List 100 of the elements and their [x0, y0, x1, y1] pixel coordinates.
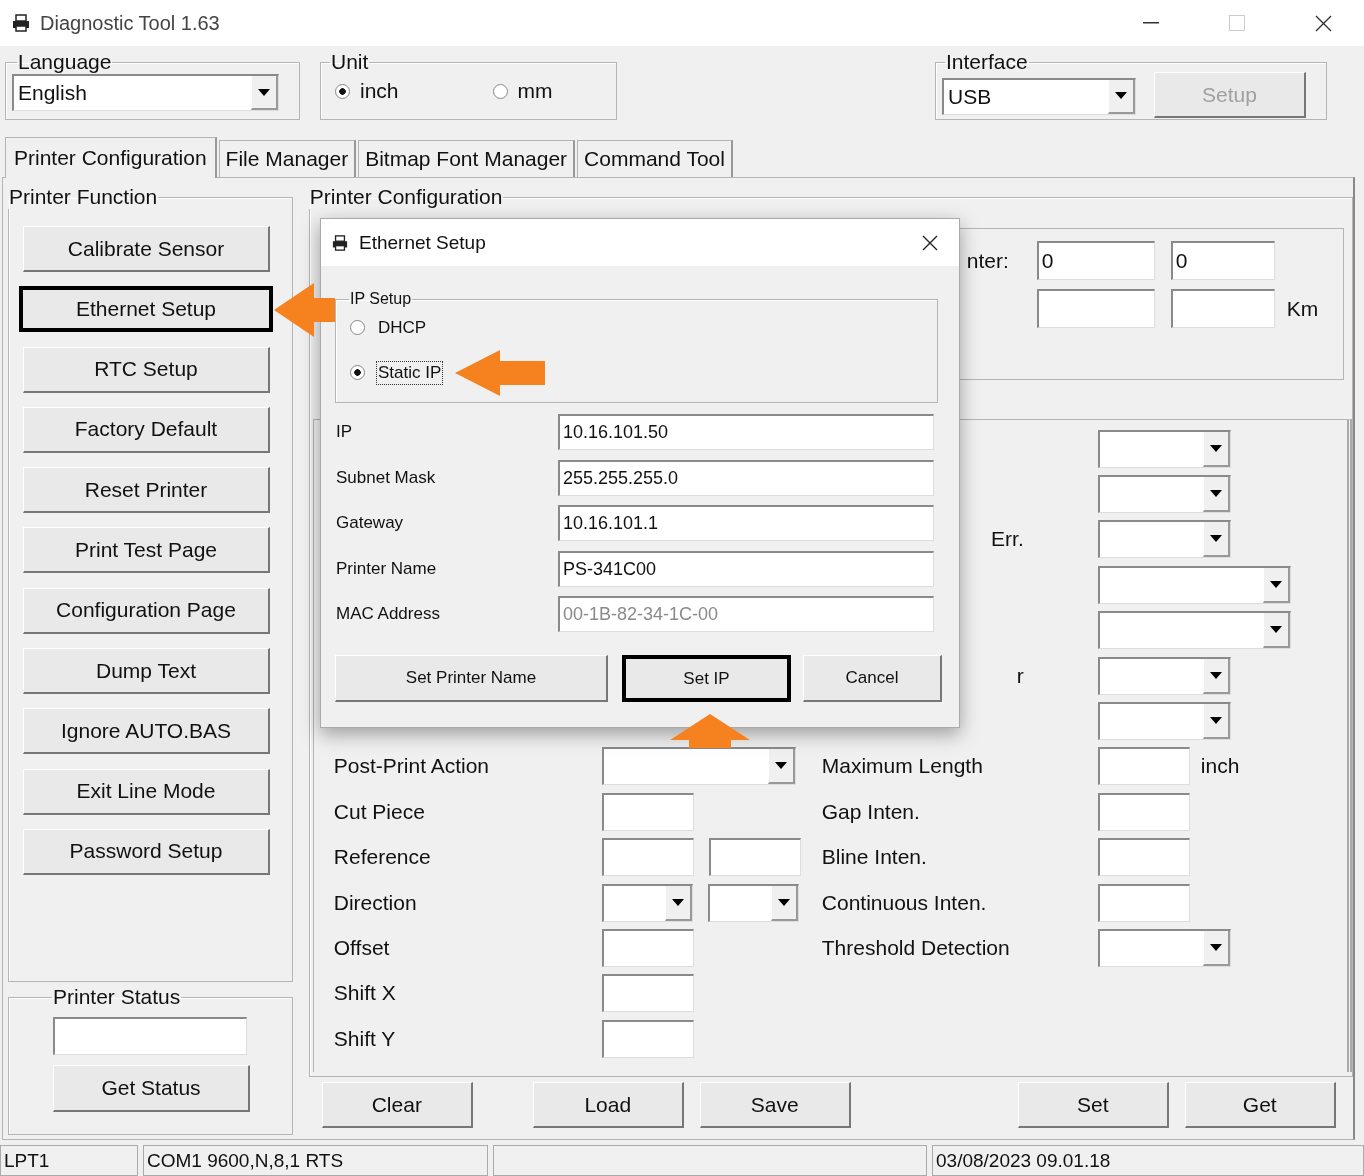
function-button[interactable]: Ignore AUTO.BAS — [23, 708, 270, 755]
radio-button[interactable] — [492, 83, 508, 99]
caret-icon — [1269, 580, 1282, 588]
caret-icon — [1209, 717, 1222, 725]
function-button[interactable]: Password Setup — [23, 828, 270, 875]
field-label: r — [1016, 663, 1025, 688]
field-label: IP — [336, 422, 354, 442]
caret-icon — [1209, 444, 1222, 452]
get-status-button[interactable]: Get Status — [53, 1065, 250, 1112]
radio-label[interactable]: Static IP — [376, 360, 444, 385]
function-button[interactable]: RTC Setup — [23, 346, 270, 393]
radio-button[interactable] — [350, 365, 365, 380]
radio-button[interactable] — [335, 83, 350, 99]
input-field[interactable] — [601, 792, 694, 831]
status-cell: LPT1 — [0, 1145, 138, 1176]
field-label: Shift Y — [333, 1026, 397, 1051]
dropdown[interactable] — [1097, 429, 1231, 468]
group-label: Unit — [330, 50, 370, 74]
field-label: Reference — [333, 845, 432, 870]
action-button[interactable]: Get — [1184, 1082, 1336, 1128]
function-button[interactable]: Configuration Page — [23, 587, 270, 634]
dialog-button[interactable]: Set IP — [622, 655, 791, 702]
dropdown[interactable] — [601, 747, 796, 786]
function-button[interactable]: Calibrate Sensor — [23, 226, 270, 272]
field-label: Direction — [333, 890, 418, 915]
field-label: MAC Address — [336, 604, 441, 624]
dialog-title: Ethernet Setup — [359, 231, 486, 254]
caret-icon — [258, 88, 270, 96]
input-field[interactable]: 255.255.255.0 — [558, 459, 934, 496]
interface-dropdown[interactable]: USB — [942, 77, 1136, 115]
dropdown[interactable] — [1097, 656, 1231, 695]
dropdown[interactable] — [1097, 520, 1231, 559]
action-button[interactable]: Load — [532, 1082, 684, 1128]
group-label: IP Setup — [349, 290, 413, 308]
dropdown[interactable] — [1097, 929, 1231, 967]
dropdown[interactable] — [707, 883, 799, 922]
input-field[interactable] — [601, 838, 694, 877]
caret-icon — [774, 762, 787, 770]
status-cell: 03/08/2023 09.01.18 — [932, 1145, 1364, 1176]
field-label: nter: — [966, 249, 1009, 274]
dialog-button[interactable]: Cancel — [803, 655, 942, 702]
input-field[interactable]: 0 — [1036, 241, 1155, 280]
language-dropdown[interactable]: English — [12, 74, 279, 111]
caret-icon — [1209, 490, 1222, 498]
radio-label[interactable]: mm — [517, 79, 553, 103]
field-label: Printer Name — [336, 558, 438, 579]
function-button[interactable]: Exit Line Mode — [23, 768, 270, 815]
function-button[interactable]: Reset Printer — [23, 467, 270, 514]
action-button[interactable]: Set — [1017, 1082, 1169, 1128]
dropdown[interactable] — [1097, 475, 1231, 514]
tab[interactable]: Bitmap Font Manager — [358, 140, 576, 177]
unit-label: inch — [1200, 754, 1240, 779]
dropdown[interactable] — [1097, 565, 1291, 604]
radio-label[interactable]: DHCP — [376, 315, 429, 340]
input-field[interactable] — [1097, 747, 1190, 786]
field-label: Subnet Mask — [336, 467, 437, 488]
input-field[interactable] — [1097, 792, 1190, 831]
input-field[interactable] — [601, 929, 694, 967]
function-button[interactable]: Print Test Page — [23, 527, 270, 574]
field-label: Continuous Inten. — [821, 890, 988, 915]
input-field[interactable]: 0 — [1170, 241, 1275, 280]
input-field[interactable] — [601, 974, 694, 1013]
unit-label: Km — [1286, 296, 1319, 321]
caret-icon — [1209, 535, 1222, 543]
caret-icon — [1269, 626, 1282, 634]
input-field[interactable] — [1097, 838, 1190, 877]
field-label: Bline Inten. — [821, 845, 928, 870]
field-label: Cut Piece — [333, 799, 426, 824]
input-field[interactable] — [601, 1019, 694, 1058]
action-button[interactable]: Save — [699, 1082, 851, 1128]
minimize-icon[interactable] — [1143, 22, 1159, 24]
dropdown[interactable] — [601, 883, 693, 922]
close-icon[interactable] — [922, 234, 938, 251]
input-field[interactable] — [708, 838, 801, 877]
input-field[interactable] — [1036, 289, 1155, 328]
group-label: Language — [17, 50, 113, 74]
input-field[interactable]: 10.16.101.50 — [558, 414, 934, 450]
field-label: Threshold Detection — [821, 936, 1011, 960]
input-field[interactable]: 10.16.101.1 — [558, 505, 934, 541]
function-button[interactable]: Ethernet Setup — [19, 286, 273, 333]
group-label: Printer Function — [8, 185, 159, 209]
field-label: Post-Print Action — [333, 754, 490, 779]
radio-label[interactable]: inch — [360, 79, 399, 103]
dropdown[interactable] — [1097, 702, 1231, 741]
close-icon[interactable] — [1315, 14, 1332, 32]
function-button[interactable]: Dump Text — [23, 648, 270, 695]
tab[interactable]: Command Tool — [577, 140, 733, 177]
caret-icon — [1115, 92, 1127, 99]
field-label: Maximum Length — [821, 754, 984, 779]
action-button[interactable]: Clear — [321, 1082, 473, 1128]
input-field[interactable] — [1097, 883, 1190, 922]
dialog-button[interactable]: Set Printer Name — [335, 655, 608, 702]
dropdown[interactable] — [1097, 611, 1291, 650]
radio-button[interactable] — [350, 320, 365, 335]
function-button[interactable]: Factory Default — [23, 406, 270, 453]
field-label: Shift X — [333, 981, 397, 1006]
tab[interactable]: Printer Configuration — [5, 137, 217, 178]
tab[interactable]: File Manager — [218, 140, 357, 177]
input-field[interactable] — [1170, 289, 1275, 328]
input-field[interactable]: PS-341C00 — [558, 550, 934, 587]
